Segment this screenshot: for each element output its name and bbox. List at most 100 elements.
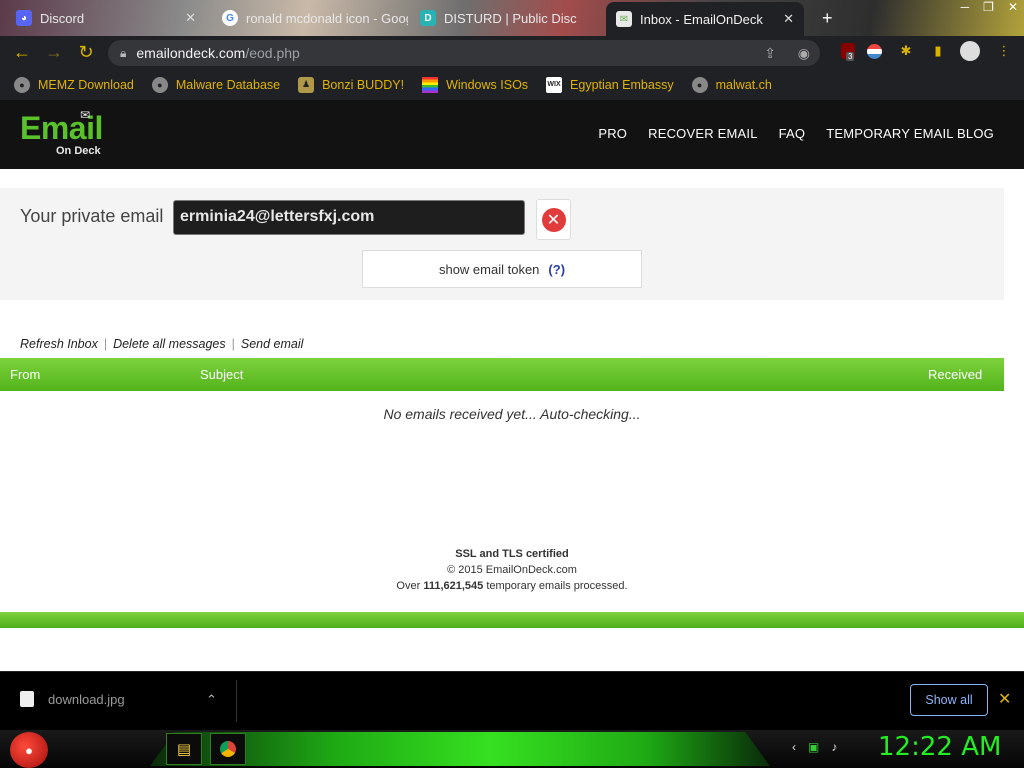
- maximize-icon[interactable]: ❐: [983, 0, 994, 18]
- globe-icon: ●: [691, 76, 708, 93]
- wix-icon: WIX: [546, 76, 563, 93]
- empty-inbox-message: No emails received yet... Auto-checking.…: [383, 406, 641, 422]
- main-nav: PRO RECOVER EMAIL FAQ TEMPORARY EMAIL BL…: [598, 126, 994, 141]
- volume-icon[interactable]: ♪: [831, 740, 837, 754]
- menu-dots-icon[interactable]: ⋮: [994, 41, 1014, 61]
- send-email-link[interactable]: Send email: [241, 337, 304, 351]
- globe-icon: ●: [14, 76, 30, 93]
- globe-icon: ●: [151, 76, 168, 93]
- show-email-token-button[interactable]: show email token (?): [362, 250, 642, 288]
- tab-title: DISTURD | Public Disc: [444, 10, 577, 26]
- start-button-angry-bird-icon[interactable]: ●: [10, 732, 48, 768]
- refresh-inbox-link[interactable]: Refresh Inbox: [20, 337, 98, 351]
- reload-icon[interactable]: ↻: [70, 42, 102, 63]
- chevron-up-icon[interactable]: ⌃: [206, 692, 217, 708]
- tab-discord[interactable]: ◕ Discord ✕: [6, 2, 206, 34]
- tab-title: Inbox - EmailOnDeck: [640, 11, 763, 27]
- minimize-icon[interactable]: ─: [961, 0, 970, 18]
- nav-faq[interactable]: FAQ: [779, 126, 806, 141]
- back-arrow-icon[interactable]: ←: [6, 42, 38, 63]
- extension-badge: 3: [846, 52, 855, 61]
- url-path: /eod.php: [245, 45, 300, 61]
- tray-chevron-icon[interactable]: ‹: [792, 740, 796, 754]
- tab-emailondeck[interactable]: ✉ Inbox - EmailOnDeck ✕: [606, 2, 804, 36]
- download-item[interactable]: download.jpg: [20, 691, 125, 707]
- discord-icon: ◕: [16, 10, 32, 26]
- bookmark-bonzi-buddy[interactable]: ♟ Bonzi BUDDY!: [298, 76, 405, 93]
- private-email-label: Your private email: [20, 206, 164, 226]
- forward-arrow-icon[interactable]: →: [38, 42, 70, 63]
- processed-count: 111,621,545: [423, 580, 484, 592]
- tab-disboard[interactable]: D DISTURD | Public Disc: [410, 2, 606, 34]
- bookmarks-bar: ● MEMZ Download ● Malware Database ♟ Bon…: [0, 69, 1024, 100]
- bookmark-malwatch[interactable]: ● malwat.ch: [691, 76, 772, 93]
- site-footer: SSL and TLS certified © 2015 EmailOnDeck…: [0, 546, 1024, 594]
- close-tab-icon[interactable]: ✕: [783, 11, 794, 27]
- column-received: Received: [928, 367, 983, 382]
- separator: |: [231, 337, 235, 351]
- processed-suffix: temporary emails processed.: [486, 580, 628, 592]
- column-from: From: [10, 367, 41, 382]
- bookmark-memz[interactable]: ● MEMZ Download: [14, 76, 134, 93]
- tab-google-search[interactable]: G ronald mcdonald icon - Google Search: [212, 2, 408, 34]
- logo-subtext: On Deck: [56, 145, 101, 157]
- footer-green-bar: [0, 612, 1024, 628]
- close-tab-icon[interactable]: ✕: [185, 10, 196, 26]
- browser-tab-strip: ◕ Discord ✕ G ronald mcdonald icon - Goo…: [0, 0, 1024, 36]
- token-button-label: show email token: [438, 261, 540, 277]
- taskbar: ● ▤ ‹ ▣ ♪ 12:22 AM: [0, 730, 1024, 768]
- site-logo[interactable]: Email ✉ On Deck: [20, 108, 110, 160]
- processed-prefix: Over: [396, 580, 421, 592]
- download-filename: download.jpg: [48, 691, 125, 707]
- system-tray: ‹ ▣ ♪: [792, 740, 837, 754]
- bonzi-icon: ♟: [298, 76, 315, 93]
- file-explorer-icon[interactable]: ▤: [166, 733, 202, 765]
- emailondeck-icon: ✉: [616, 11, 632, 27]
- profile-avatar-icon[interactable]: [960, 41, 980, 61]
- address-bar[interactable]: 🔒︎ emailondeck.com/eod.php ⇪ ◉: [108, 40, 820, 66]
- extensions-puzzle-icon[interactable]: ✱: [896, 41, 916, 61]
- logo-text: Email: [20, 110, 103, 146]
- close-window-icon[interactable]: ✕: [1008, 0, 1018, 18]
- network-icon[interactable]: ▣: [808, 740, 819, 754]
- show-all-button[interactable]: Show all: [910, 684, 988, 716]
- bookmark-malware-database[interactable]: ● Malware Database: [151, 76, 280, 93]
- delete-all-messages-link[interactable]: Delete all messages: [113, 337, 226, 351]
- inbox-header-row: From Subject Received: [0, 358, 1004, 391]
- flag-extension-icon[interactable]: [864, 41, 884, 61]
- google-icon: G: [222, 10, 238, 26]
- new-tab-button[interactable]: +: [812, 2, 842, 34]
- download-bar: download.jpg ⌃ Show all ✕: [0, 671, 1024, 730]
- email-address-field[interactable]: erminia24@lettersfxj.com: [173, 200, 525, 235]
- inbox-actions: Refresh Inbox | Delete all messages | Se…: [20, 337, 303, 351]
- bookmark-label: Windows ISOs: [446, 77, 529, 92]
- chrome-icon[interactable]: [210, 733, 246, 765]
- token-help-link[interactable]: (?): [548, 262, 565, 277]
- column-subject: Subject: [200, 367, 244, 382]
- camera-icon[interactable]: ◉: [798, 45, 810, 62]
- disboard-icon: D: [420, 10, 436, 26]
- taskbar-clock[interactable]: 12:22 AM: [878, 732, 1001, 762]
- bookmark-windows-isos[interactable]: Windows ISOs: [422, 76, 529, 93]
- copyright-text: © 2015 EmailOnDeck.com: [447, 564, 577, 576]
- delete-email-button[interactable]: ✕: [536, 199, 571, 240]
- processed-count-text: Over 111,621,545 temporary emails proces…: [0, 578, 1024, 594]
- side-panel-icon[interactable]: ▮: [928, 41, 948, 61]
- nav-temporary-email-blog[interactable]: TEMPORARY EMAIL BLOG: [826, 126, 994, 141]
- close-download-bar-icon[interactable]: ✕: [998, 689, 1011, 709]
- divider: [236, 680, 237, 722]
- file-icon: [20, 691, 34, 707]
- nav-pro[interactable]: PRO: [598, 126, 627, 141]
- url-host: emailondeck.com: [136, 45, 246, 61]
- tab-title: Discord: [40, 10, 85, 26]
- bookmark-egyptian-embassy[interactable]: WIX Egyptian Embassy: [546, 76, 674, 93]
- bookmark-label: malwat.ch: [715, 77, 772, 92]
- window-controls: ─ ❐ ✕: [961, 0, 1018, 18]
- share-icon[interactable]: ⇪: [764, 45, 776, 62]
- bookmark-label: Egyptian Embassy: [570, 77, 674, 92]
- nav-recover-email[interactable]: RECOVER EMAIL: [648, 126, 758, 141]
- ublock-extension-icon[interactable]: 3: [838, 41, 858, 61]
- close-circle-icon: ✕: [541, 207, 566, 232]
- bookmark-label: Bonzi BUDDY!: [322, 77, 405, 92]
- lock-icon: 🔒︎: [120, 45, 127, 60]
